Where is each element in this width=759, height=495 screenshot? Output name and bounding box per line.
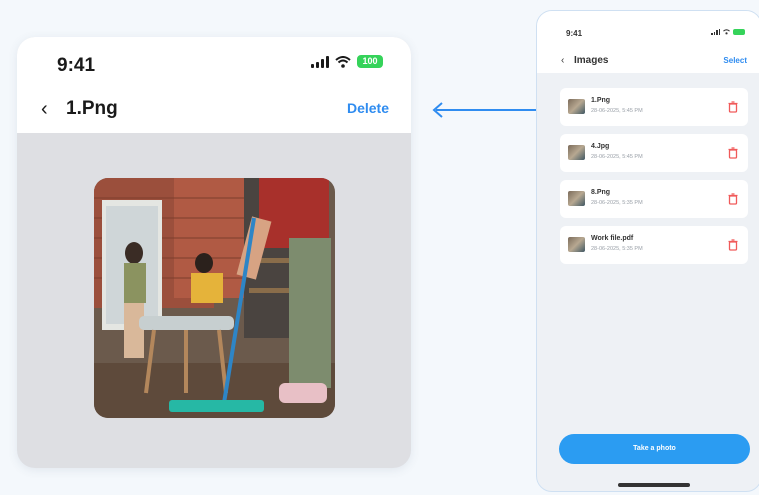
image-thumbnail [568,237,585,252]
list-item[interactable]: 1.Png 28-06-2025, 5:45 PM [560,88,748,126]
images-list-screen: 9:41 ‹ Images Select 1.Png 28-06-2025, 5… [536,10,759,492]
image-preview [94,178,335,418]
back-chevron-icon[interactable]: ‹ [41,98,48,120]
item-date: 28-06-2025, 5:35 PM [591,200,643,206]
image-list: 1.Png 28-06-2025, 5:45 PM 4.Jpg 28-06-20… [560,88,748,272]
list-item[interactable]: 8.Png 28-06-2025, 5:35 PM [560,180,748,218]
item-name: 1.Png [591,97,611,104]
signal-icon [711,29,720,35]
wifi-icon [723,29,730,35]
trash-icon[interactable] [728,101,738,113]
trash-icon[interactable] [728,193,738,205]
trash-icon[interactable] [728,239,738,251]
image-thumbnail [568,191,585,206]
home-indicator [618,483,690,487]
status-icons [711,29,745,35]
wifi-icon [335,55,351,68]
arrow-left-icon [432,102,536,118]
signal-icon [311,55,329,68]
status-time: 9:41 [57,55,96,76]
back-chevron-icon[interactable]: ‹ [561,55,564,66]
item-name: 4.Jpg [591,143,610,150]
detail-header: 9:41 100 ‹ 1.Png Delete [17,37,411,133]
image-thumbnail [568,99,585,114]
status-icons: 100 [311,55,383,68]
select-button[interactable]: Select [723,56,747,65]
delete-button[interactable]: Delete [347,100,389,116]
trash-icon[interactable] [728,147,738,159]
list-header: 9:41 ‹ Images Select [537,11,759,73]
list-item[interactable]: Work file.pdf 28-06-2025, 5:35 PM [560,226,748,264]
battery-icon [733,29,745,35]
battery-icon: 100 [357,55,383,68]
item-name: 8.Png [591,189,611,196]
item-date: 28-06-2025, 5:45 PM [591,108,643,114]
take-photo-button[interactable]: Take a photo [559,434,750,464]
cleaning-photo-illustration [94,178,335,418]
status-time: 9:41 [566,29,583,38]
page-title: Images [574,55,609,66]
image-detail-screen: 9:41 100 ‹ 1.Png Delete [17,37,411,468]
list-item[interactable]: 4.Jpg 28-06-2025, 5:45 PM [560,134,748,172]
item-name: Work file.pdf [591,235,634,242]
image-thumbnail [568,145,585,160]
item-date: 28-06-2025, 5:45 PM [591,154,643,160]
item-date: 28-06-2025, 5:35 PM [591,246,643,252]
page-title: 1.Png [66,98,118,119]
